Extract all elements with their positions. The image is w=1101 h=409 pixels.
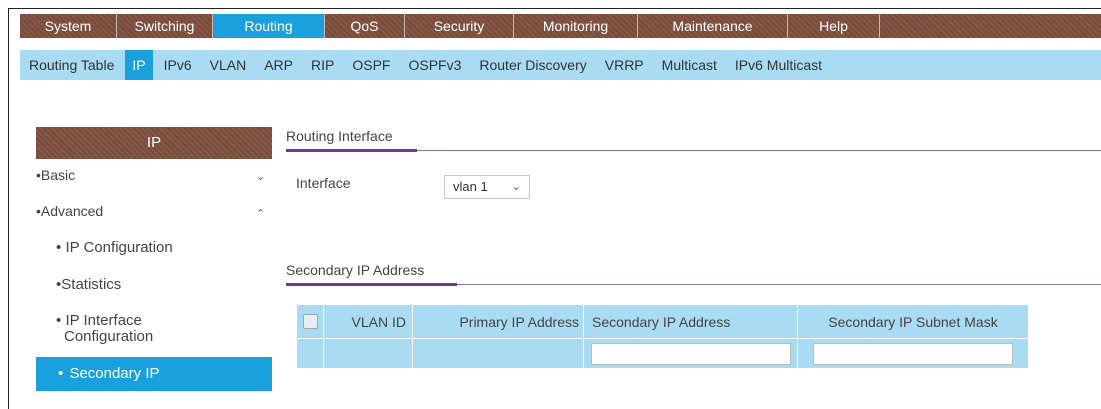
tab-switching[interactable]: Switching: [117, 14, 213, 38]
chevron-up-icon[interactable]: ⌃: [256, 207, 265, 220]
tab-help[interactable]: Help: [788, 14, 880, 38]
bullet: •: [56, 312, 62, 329]
chevron-down-icon: ⌄: [511, 181, 521, 193]
table-cell: [412, 338, 584, 369]
sidebar-item-label: Secondary IP: [69, 365, 160, 382]
sidebar-header: IP: [36, 127, 272, 159]
subnav-vrrp[interactable]: VRRP: [596, 50, 653, 80]
sidebar-item-advanced[interactable]: •Advanced: [36, 203, 103, 219]
section-underline: [286, 283, 457, 286]
col-vlan-id: VLAN ID: [323, 304, 413, 339]
chevron-down-icon[interactable]: ⌄: [256, 170, 265, 183]
subnav-ipv6-multicast[interactable]: IPv6 Multicast: [726, 50, 831, 80]
section-title-secondary-ip: Secondary IP Address: [286, 262, 425, 278]
table-row: [296, 338, 1029, 369]
table-cell: [583, 338, 798, 369]
tab-extra[interactable]: [880, 14, 1101, 38]
secondary-subnet-input[interactable]: [813, 342, 1013, 365]
sidebar-item-basic[interactable]: •Basic: [36, 167, 75, 183]
subnav-ospfv3[interactable]: OSPFv3: [399, 50, 470, 80]
secondary-ip-table: VLAN ID Primary IP Address Secondary IP …: [296, 304, 1029, 369]
col-secondary-subnet: Secondary IP Subnet Mask: [797, 304, 1029, 339]
sidebar-item-ip-configuration[interactable]: • IP Configuration: [56, 239, 173, 256]
sidebar-item-label: Advanced: [40, 203, 104, 219]
subnav-vlan[interactable]: VLAN: [201, 50, 256, 80]
tab-system[interactable]: System: [20, 14, 117, 38]
tab-maintenance[interactable]: Maintenance: [638, 14, 788, 38]
tab-routing[interactable]: Routing: [213, 14, 325, 38]
sub-nav: Routing Table IP IPv6 VLAN ARP RIP OSPF …: [20, 50, 1101, 80]
subnav-ipv6[interactable]: IPv6: [155, 50, 201, 80]
subnav-ospf[interactable]: OSPF: [343, 50, 399, 80]
bullet: •: [58, 365, 64, 382]
tab-security[interactable]: Security: [405, 14, 514, 38]
table-cell: [797, 338, 1029, 369]
sidebar-item-ip-interface-configuration[interactable]: • IP Interface Configuration: [56, 313, 153, 345]
top-nav: System Switching Routing QoS Security Mo…: [20, 14, 1101, 38]
subnav-multicast[interactable]: Multicast: [653, 50, 726, 80]
tab-monitoring[interactable]: Monitoring: [514, 14, 638, 38]
sidebar-item-label: IP Interface: [65, 312, 142, 329]
select-all-checkbox[interactable]: [302, 314, 318, 329]
subnav-arp[interactable]: ARP: [255, 50, 302, 80]
col-secondary-ip: Secondary IP Address: [583, 304, 798, 339]
interface-select[interactable]: vlan 1 ⌄: [444, 175, 530, 199]
table-cell: [296, 338, 324, 369]
interface-label: Interface: [296, 175, 351, 191]
sidebar-item-secondary-ip[interactable]: • Secondary IP: [36, 357, 272, 391]
tab-qos[interactable]: QoS: [325, 14, 405, 38]
interface-select-value: vlan 1: [453, 179, 488, 194]
bullet: •: [56, 239, 62, 256]
sidebar-item-label: Basic: [40, 167, 76, 183]
table-header-row: VLAN ID Primary IP Address Secondary IP …: [296, 304, 1029, 339]
sidebar-item-statistics[interactable]: •Statistics: [56, 276, 121, 293]
sidebar-item-label: IP Configuration: [65, 239, 173, 256]
secondary-ip-input[interactable]: [590, 342, 791, 365]
sidebar-item-label-line2: Configuration: [64, 328, 154, 345]
section-title-routing-interface: Routing Interface: [286, 128, 393, 144]
section-underline: [286, 149, 417, 152]
subnav-rip[interactable]: RIP: [302, 50, 343, 80]
select-all-cell: [296, 304, 324, 339]
col-primary-ip: Primary IP Address: [412, 304, 584, 339]
subnav-routing-table[interactable]: Routing Table: [20, 50, 123, 80]
subnav-ip[interactable]: IP: [125, 50, 153, 80]
table-cell: [323, 338, 413, 369]
sidebar-item-label: Statistics: [61, 276, 122, 293]
subnav-router-discovery[interactable]: Router Discovery: [470, 50, 595, 80]
